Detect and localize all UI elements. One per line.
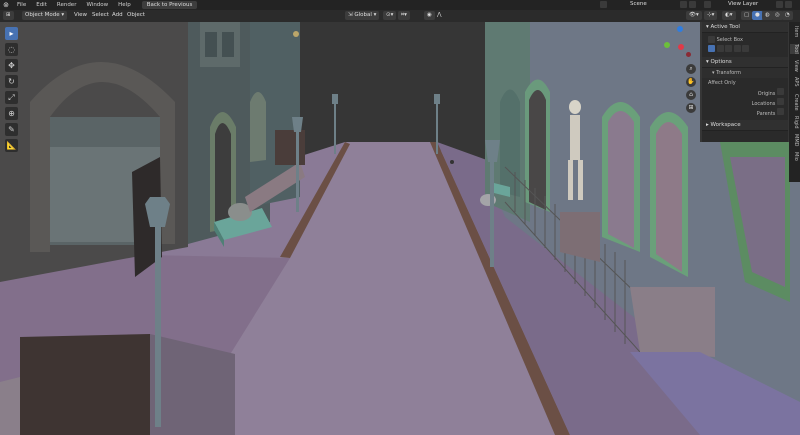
close-icon[interactable] (689, 1, 696, 8)
scene-browse-icon[interactable] (600, 1, 607, 8)
zoom-icon[interactable]: ⌕ (686, 64, 696, 74)
scene-name[interactable]: Scene (630, 1, 647, 7)
select-box-row[interactable]: Select Box (702, 35, 788, 45)
falloff-icon[interactable]: ⋀ (437, 11, 442, 20)
xray-icon[interactable]: ▢ (741, 11, 753, 20)
menu-select[interactable]: Select (92, 11, 109, 20)
scene-icons (600, 1, 607, 9)
editor-type-icon[interactable]: ⊞ (3, 11, 14, 20)
parents-checkbox[interactable] (777, 108, 784, 115)
tab-item[interactable]: Item (790, 26, 799, 37)
mode-invert-icon[interactable] (733, 45, 741, 52)
menu-object[interactable]: Object (127, 11, 145, 20)
gizmo-z-icon[interactable] (677, 26, 683, 32)
blender-logo-icon[interactable]: ⊚ (0, 1, 12, 9)
snap-icon[interactable]: ⌗▾ (398, 11, 410, 20)
mode-intersect-icon[interactable] (742, 45, 750, 52)
tab-rigid[interactable]: Rigid (790, 116, 799, 129)
gizmo-icon[interactable]: ⊹▾ (704, 11, 718, 20)
sidebar-tabs: Item Tool View APS Create Rigid MMD Mio (789, 22, 800, 182)
sidebar-panel: ▾ Active Tool Select Box ▾ Options ▾ Tra… (702, 22, 788, 142)
select-box-icon (708, 36, 715, 43)
view-layer-icon[interactable] (704, 1, 711, 8)
layer-buttons (776, 1, 792, 9)
cursor-tool[interactable]: ◌ (5, 43, 18, 56)
transform-tool[interactable]: ⊕ (5, 107, 18, 120)
tool-shelf: ▸ ◌ ✥ ↻ ⤢ ⊕ ✎ 📐 (5, 27, 19, 152)
tab-aps[interactable]: APS (790, 77, 799, 87)
pivot-icon[interactable]: ⊙▾ (383, 11, 397, 20)
scene-buttons (680, 1, 711, 9)
gizmo-y-icon[interactable] (664, 42, 670, 48)
affect-only-label: Affect Only (708, 80, 736, 86)
annotate-tool[interactable]: ✎ (5, 123, 18, 136)
3d-viewport[interactable] (0, 22, 800, 435)
view-layer-name[interactable]: View Layer (728, 1, 758, 7)
menu-file[interactable]: File (12, 2, 31, 8)
parents-row[interactable]: Parents (702, 108, 788, 118)
scale-tool[interactable]: ⤢ (5, 91, 18, 104)
menu-window[interactable]: Window (81, 2, 113, 8)
select-box-tool[interactable]: ▸ (5, 27, 18, 40)
workspace-header[interactable]: ▸ Workspace (702, 120, 788, 131)
camera-icon[interactable]: ⌂ (686, 90, 696, 100)
pan-icon[interactable]: ✋ (686, 77, 696, 87)
layer-copy-icon[interactable] (776, 1, 783, 8)
locations-checkbox[interactable] (777, 98, 784, 105)
mode-dropdown[interactable]: Object Mode ▾ (22, 11, 68, 20)
copy-icon[interactable] (680, 1, 687, 8)
visibility-icon[interactable]: 👁▾ (686, 11, 702, 20)
select-mode-buttons (702, 45, 788, 55)
proportional-edit-icon[interactable]: ◉ (424, 11, 435, 20)
options-header[interactable]: ▾ Options (702, 57, 788, 68)
back-to-previous-button[interactable]: Back to Previous (141, 1, 198, 9)
menu-help[interactable]: Help (113, 2, 136, 8)
transform-header[interactable]: ▾ Transform (702, 68, 788, 78)
navigation-gizmo[interactable] (662, 24, 702, 64)
mode-new-icon[interactable] (708, 45, 715, 52)
shading-rendered-icon[interactable]: ◔ (782, 11, 793, 20)
orientation-dropdown[interactable]: ⇲ Global ▾ (345, 11, 380, 20)
menu-view[interactable]: View (74, 11, 87, 20)
tab-view[interactable]: View (790, 60, 799, 72)
menu-render[interactable]: Render (52, 2, 82, 8)
menu-edit[interactable]: Edit (31, 2, 52, 8)
tab-mio[interactable]: Mio (790, 152, 799, 161)
move-tool[interactable]: ✥ (5, 59, 18, 72)
menu-add[interactable]: Add (112, 11, 123, 20)
gizmo-neg-x-icon[interactable] (686, 52, 691, 57)
tab-mmd[interactable]: MMD (790, 134, 799, 146)
mode-subtract-icon[interactable] (725, 45, 733, 52)
perspective-icon[interactable]: ⊞ (686, 103, 696, 113)
locations-row[interactable]: Locations (702, 98, 788, 108)
layer-close-icon[interactable] (785, 1, 792, 8)
origins-row[interactable]: Origins (702, 88, 788, 98)
mode-extend-icon[interactable] (716, 45, 724, 52)
tab-tool[interactable]: Tool (790, 44, 799, 54)
active-tool-header[interactable]: ▾ Active Tool (702, 22, 788, 33)
measure-tool[interactable]: 📐 (5, 139, 18, 152)
origins-checkbox[interactable] (777, 88, 784, 95)
street-scene (0, 22, 800, 435)
gizmo-x-icon[interactable] (678, 44, 684, 50)
tab-create[interactable]: Create (790, 94, 799, 111)
overlay-icon[interactable]: ◐▾ (722, 11, 736, 20)
rotate-tool[interactable]: ↻ (5, 75, 18, 88)
